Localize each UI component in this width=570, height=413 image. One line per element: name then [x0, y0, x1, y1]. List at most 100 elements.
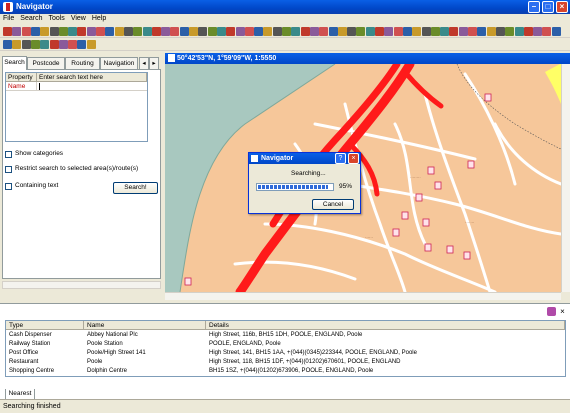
toolbar-tool-icon[interactable]	[486, 27, 496, 36]
toolbar-tool-icon[interactable]	[30, 40, 40, 49]
search-text-input[interactable]	[37, 82, 147, 91]
toolbar-tool-icon[interactable]	[3, 40, 12, 49]
toolbar-tool-icon[interactable]	[123, 27, 133, 36]
tab-scroll-right-icon[interactable]: ▸	[149, 57, 159, 69]
toolbar-tool-icon[interactable]	[347, 27, 357, 36]
toolbar-tool-icon[interactable]	[86, 27, 96, 36]
toolbar-tool-icon[interactable]	[235, 27, 245, 36]
map-vertical-scrollbar[interactable]	[561, 64, 570, 292]
toolbar-tool-icon[interactable]	[133, 27, 143, 36]
panel-scrollbar[interactable]	[2, 281, 161, 289]
toolbar-tool-icon[interactable]	[523, 27, 533, 36]
column-header-details[interactable]: Details	[206, 321, 565, 330]
toolbar-tool-icon[interactable]	[58, 27, 68, 36]
toolbar-tool-icon[interactable]	[58, 40, 68, 49]
toolbar-tool-icon[interactable]	[430, 27, 440, 36]
toolbar-tool-icon[interactable]	[189, 27, 198, 36]
toolbar-tool-icon[interactable]	[96, 27, 105, 36]
toolbar-tool-icon[interactable]	[142, 27, 152, 36]
toolbar-tool-icon[interactable]	[309, 27, 319, 36]
results-options-icon[interactable]	[547, 307, 556, 316]
toolbar-tool-icon[interactable]	[542, 27, 552, 36]
toolbar-tool-icon[interactable]	[337, 27, 347, 36]
toolbar-tool-icon[interactable]	[300, 27, 310, 36]
search-text-column-header[interactable]: Enter search text here	[37, 73, 147, 82]
table-row[interactable]: Post Office Poole/High Street 141 High Str…	[6, 349, 565, 357]
toolbar-tool-icon[interactable]	[365, 27, 375, 36]
toolbar-tool-icon[interactable]	[477, 27, 487, 36]
maximize-button[interactable]: □	[542, 1, 554, 13]
toolbar-tool-icon[interactable]	[328, 27, 338, 36]
column-header-type[interactable]: Type	[6, 321, 84, 330]
tab-routing[interactable]: Routing	[65, 57, 100, 69]
containing-text-checkbox[interactable]	[5, 183, 12, 190]
toolbar-tool-icon[interactable]	[170, 27, 180, 36]
toolbar-tool-icon[interactable]	[533, 27, 543, 36]
toolbar-tool-icon[interactable]	[495, 27, 505, 36]
map-horizontal-scrollbar[interactable]	[165, 292, 561, 300]
cancel-button[interactable]: Cancel	[312, 199, 354, 210]
toolbar-tool-icon[interactable]	[40, 27, 50, 36]
toolbar-tool-icon[interactable]	[216, 27, 226, 36]
map-svg[interactable]: ··················· ············	[165, 64, 561, 292]
toolbar-tool-icon[interactable]	[49, 27, 59, 36]
toolbar-tool-icon[interactable]	[12, 27, 22, 36]
toolbar-tool-icon[interactable]	[468, 27, 477, 36]
tab-postcode[interactable]: Postcode	[27, 57, 65, 69]
toolbar-tool-icon[interactable]	[449, 27, 459, 36]
toolbar-tool-icon[interactable]	[375, 27, 384, 36]
toolbar-tool-icon[interactable]	[263, 27, 273, 36]
toolbar-tool-icon[interactable]	[319, 27, 329, 36]
toolbar-tool-icon[interactable]	[421, 27, 431, 36]
toolbar-tool-icon[interactable]	[505, 27, 515, 36]
toolbar-tool-icon[interactable]	[151, 27, 161, 36]
results-close-icon[interactable]: ×	[558, 307, 567, 316]
table-row[interactable]: Shopping Centre Dolphin Centre BH15 1SZ, +…	[6, 367, 565, 375]
table-row[interactable]: Restaurant Poole High Street, 118, BH15 1D…	[6, 358, 565, 366]
toolbar-tool-icon[interactable]	[105, 27, 115, 36]
help-button[interactable]: ?	[335, 153, 346, 164]
toolbar-tool-icon[interactable]	[161, 27, 171, 36]
show-categories-checkbox[interactable]	[5, 151, 12, 158]
toolbar-tool-icon[interactable]	[77, 27, 87, 36]
toolbar-tool-icon[interactable]	[30, 27, 40, 36]
search-button[interactable]: Search!	[113, 182, 158, 194]
tab-navigation[interactable]: Navigation	[100, 57, 138, 69]
toolbar-tool-icon[interactable]	[179, 27, 189, 36]
menu-search[interactable]: Search	[20, 14, 42, 24]
toolbar-tool-icon[interactable]	[356, 27, 366, 36]
toolbar-tool-icon[interactable]	[12, 40, 22, 49]
tab-search[interactable]: Search	[2, 56, 27, 70]
minimize-button[interactable]: –	[528, 1, 540, 13]
toolbar-tool-icon[interactable]	[291, 27, 301, 36]
toolbar-tool-icon[interactable]	[384, 27, 394, 36]
tab-scroll-left-icon[interactable]: ◂	[139, 57, 149, 69]
property-column-header[interactable]: Property	[6, 73, 37, 82]
menu-view[interactable]: View	[71, 14, 86, 24]
toolbar-tool-icon[interactable]	[244, 27, 254, 36]
toolbar-tool-icon[interactable]	[272, 27, 282, 36]
column-header-name[interactable]: Name	[84, 321, 206, 330]
toolbar-tool-icon[interactable]	[458, 27, 468, 36]
toolbar-tool-icon[interactable]	[21, 40, 31, 49]
toolbar-tool-icon[interactable]	[40, 40, 50, 49]
toolbar-tool-icon[interactable]	[198, 27, 208, 36]
toolbar-tool-icon[interactable]	[3, 27, 12, 36]
toolbar-tool-icon[interactable]	[86, 40, 96, 49]
table-row[interactable]: Railway Station Poole Station POOLE, ENGLA…	[6, 340, 565, 348]
toolbar-tool-icon[interactable]	[68, 40, 78, 49]
table-row[interactable]: Cash Dispenser Abbey National Plc High Str…	[6, 331, 565, 339]
menu-help[interactable]: Help	[92, 14, 106, 24]
toolbar-tool-icon[interactable]	[393, 27, 403, 36]
toolbar-tool-icon[interactable]	[551, 27, 561, 36]
toolbar-tool-icon[interactable]	[440, 27, 450, 36]
close-button[interactable]: ×	[556, 1, 568, 13]
toolbar-tool-icon[interactable]	[114, 27, 124, 36]
toolbar-tool-icon[interactable]	[49, 40, 59, 49]
map-canvas[interactable]: ··················· ············	[165, 64, 561, 292]
toolbar-tool-icon[interactable]	[402, 27, 412, 36]
restrict-search-checkbox[interactable]	[5, 166, 12, 173]
menu-file[interactable]: File	[3, 14, 14, 24]
toolbar-tool-icon[interactable]	[254, 27, 264, 36]
toolbar-tool-icon[interactable]	[68, 27, 78, 36]
